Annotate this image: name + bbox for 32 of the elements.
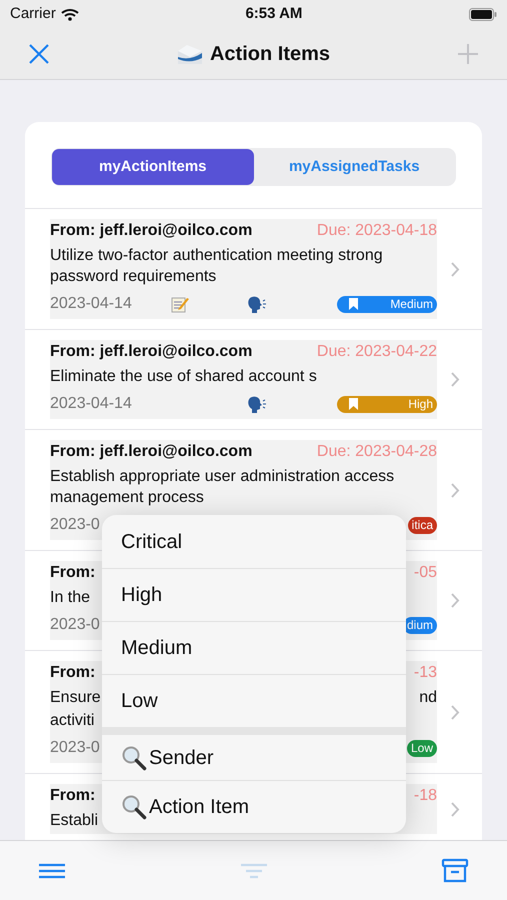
clock-text: 6:53 AM	[245, 4, 302, 24]
screen-title: Action Items	[210, 42, 330, 66]
action-item-title: Ensure	[50, 688, 101, 708]
priority-badge: High	[337, 396, 437, 412]
due-date: -05	[414, 563, 437, 583]
action-item-title: Utilize two-factor authentication meeting strong password requirements	[50, 246, 384, 287]
action-item-title: In the	[50, 588, 90, 608]
due-date: -18	[414, 786, 437, 806]
sender-text: From: jeff.leroi@oilco.com	[50, 221, 252, 241]
due-date: Due: 2023-04-18	[316, 221, 437, 241]
priority-badge: Low	[406, 740, 437, 756]
sender-text: From: jeff.leroi@oilco.com	[50, 442, 252, 462]
action-item-title: Eliminate the use of shared account s	[50, 367, 318, 387]
action-item-title: nd	[419, 688, 437, 708]
due-date: Due: 2023-04-22	[316, 342, 437, 362]
created-date: 2023-04-14	[50, 394, 132, 414]
sender-text: From:	[50, 563, 96, 583]
due-date: -13	[414, 663, 437, 683]
created-date: 2023-04-14	[50, 294, 132, 314]
priority-badge: itica	[408, 516, 437, 534]
created-date: 2023-0	[50, 615, 100, 635]
sender-text: From:	[50, 663, 96, 683]
sender-text: From: jeff.leroi@oilco.com	[50, 342, 252, 362]
sender-text: From:	[50, 786, 96, 806]
carrier-text: Carrier	[10, 4, 56, 24]
action-item-title: Establish appropriate user administration access management process	[50, 467, 396, 508]
created-date: 2023-0	[50, 738, 100, 758]
action-item-title: activiti	[50, 711, 94, 731]
priority-badge: Medium	[337, 296, 437, 312]
action-item-title: Establi	[50, 811, 98, 831]
created-date: 2023-0	[50, 515, 100, 535]
due-date: Due: 2023-04-28	[316, 442, 437, 462]
